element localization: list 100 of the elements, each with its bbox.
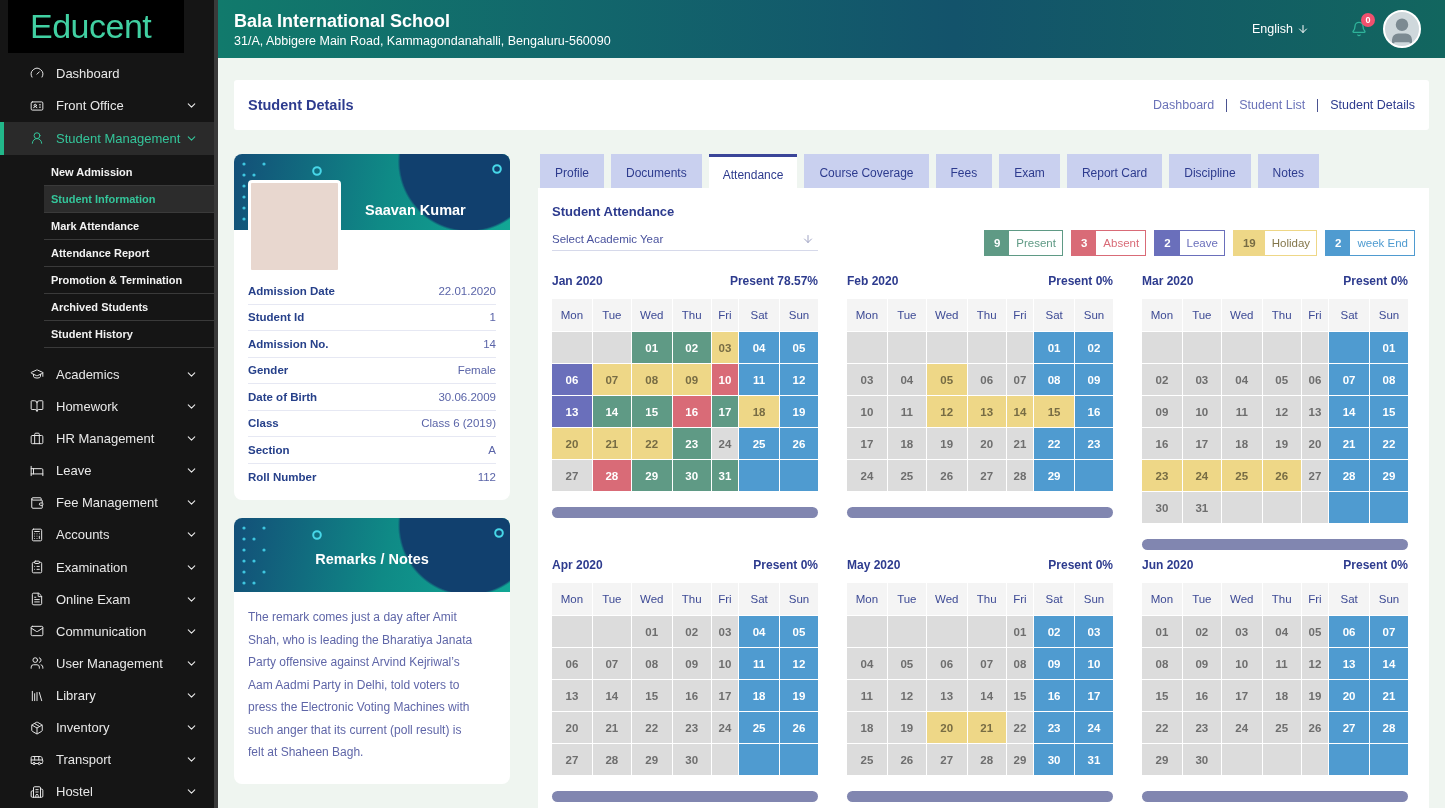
day-cell[interactable]: 31	[1182, 492, 1221, 523]
day-cell[interactable]: 15	[1142, 680, 1182, 711]
day-cell[interactable]: 20	[552, 428, 592, 459]
day-cell[interactable]: 04	[1221, 364, 1262, 395]
day-cell[interactable]: 17	[711, 396, 739, 427]
day-cell[interactable]: 01	[631, 332, 672, 363]
day-cell[interactable]: 19	[926, 428, 967, 459]
language-selector[interactable]: English	[1246, 21, 1315, 37]
day-cell[interactable]: 05	[1301, 616, 1329, 647]
day-cell[interactable]	[739, 460, 780, 491]
day-cell[interactable]: 28	[1370, 712, 1408, 743]
day-cell[interactable]: 13	[926, 680, 967, 711]
day-cell[interactable]: 14	[1006, 396, 1034, 427]
day-cell[interactable]: 22	[1370, 428, 1408, 459]
day-cell[interactable]: 04	[739, 332, 780, 363]
tab[interactable]: Documents	[611, 154, 702, 188]
scrollbar[interactable]	[552, 791, 818, 802]
day-cell[interactable]: 09	[672, 364, 711, 395]
day-cell[interactable]: 02	[672, 332, 711, 363]
day-cell[interactable]: 08	[631, 364, 672, 395]
day-cell[interactable]: 27	[1301, 460, 1329, 491]
day-cell[interactable]: 12	[887, 680, 926, 711]
day-cell[interactable]: 01	[1034, 332, 1075, 363]
day-cell[interactable]: 07	[1006, 364, 1034, 395]
day-cell[interactable]: 23	[1142, 460, 1182, 491]
day-cell[interactable]: 21	[1370, 680, 1408, 711]
day-cell[interactable]: 21	[1006, 428, 1034, 459]
day-cell[interactable]: 29	[631, 460, 672, 491]
year-select-field[interactable]: Select Academic Year	[552, 227, 818, 251]
day-cell[interactable]: 05	[780, 332, 818, 363]
day-cell[interactable]: 04	[847, 648, 887, 679]
tab[interactable]: Course Coverage	[804, 154, 929, 188]
day-cell[interactable]: 19	[1301, 680, 1329, 711]
day-cell[interactable]	[552, 332, 592, 363]
day-cell[interactable]: 02	[1075, 332, 1113, 363]
day-cell[interactable]: 24	[711, 428, 739, 459]
day-cell[interactable]: 11	[1221, 396, 1262, 427]
submenu-item[interactable]: Attendance Report	[44, 240, 214, 268]
day-cell[interactable]: 07	[1329, 364, 1370, 395]
sidebar-item[interactable]: Leave	[0, 454, 214, 487]
day-cell[interactable]	[887, 332, 926, 363]
sidebar-item[interactable]: Front Office	[0, 89, 214, 122]
day-cell[interactable]: 05	[926, 364, 967, 395]
day-cell[interactable]: 17	[711, 680, 739, 711]
day-cell[interactable]: 17	[1182, 428, 1221, 459]
day-cell[interactable]: 11	[887, 396, 926, 427]
day-cell[interactable]: 17	[1075, 680, 1113, 711]
day-cell[interactable]: 16	[1075, 396, 1113, 427]
day-cell[interactable]: 12	[1262, 396, 1301, 427]
day-cell[interactable]: 10	[1182, 396, 1221, 427]
day-cell[interactable]	[847, 616, 887, 647]
tab[interactable]: Discipline	[1169, 154, 1251, 188]
day-cell[interactable]	[552, 616, 592, 647]
day-cell[interactable]: 10	[847, 396, 887, 427]
scrollbar[interactable]	[1142, 539, 1408, 550]
day-cell[interactable]	[1182, 332, 1221, 363]
day-cell[interactable]: 31	[1075, 744, 1113, 775]
day-cell[interactable]: 29	[1034, 460, 1075, 491]
day-cell[interactable]: 10	[1075, 648, 1113, 679]
day-cell[interactable]: 08	[1006, 648, 1034, 679]
day-cell[interactable]: 21	[592, 712, 631, 743]
submenu-item[interactable]: Student Information	[44, 186, 214, 214]
day-cell[interactable]	[592, 332, 631, 363]
day-cell[interactable]: 07	[1370, 616, 1408, 647]
day-cell[interactable]: 09	[1182, 648, 1221, 679]
day-cell[interactable]: 21	[967, 712, 1006, 743]
day-cell[interactable]: 18	[887, 428, 926, 459]
day-cell[interactable]: 29	[631, 744, 672, 775]
submenu-item[interactable]: Student History	[44, 321, 214, 349]
day-cell[interactable]: 10	[1221, 648, 1262, 679]
day-cell[interactable]: 18	[1262, 680, 1301, 711]
day-cell[interactable]: 11	[739, 364, 780, 395]
day-cell[interactable]: 06	[1301, 364, 1329, 395]
day-cell[interactable]: 09	[1142, 396, 1182, 427]
day-cell[interactable]: 29	[1370, 460, 1408, 491]
day-cell[interactable]: 18	[1221, 428, 1262, 459]
day-cell[interactable]	[967, 616, 1006, 647]
day-cell[interactable]: 23	[1034, 712, 1075, 743]
day-cell[interactable]: 23	[672, 712, 711, 743]
day-cell[interactable]: 16	[672, 680, 711, 711]
submenu-item[interactable]: Promotion & Termination	[44, 267, 214, 295]
day-cell[interactable]	[780, 744, 818, 775]
day-cell[interactable]: 05	[780, 616, 818, 647]
scrollbar[interactable]	[552, 507, 818, 518]
day-cell[interactable]: 15	[631, 680, 672, 711]
day-cell[interactable]: 13	[1301, 396, 1329, 427]
sidebar-item[interactable]: Fee Management	[0, 486, 214, 519]
day-cell[interactable]: 24	[847, 460, 887, 491]
day-cell[interactable]: 16	[1034, 680, 1075, 711]
day-cell[interactable]: 25	[1262, 712, 1301, 743]
tab[interactable]: Fees	[935, 154, 993, 188]
bell-icon[interactable]	[1351, 21, 1367, 37]
day-cell[interactable]	[1301, 332, 1329, 363]
day-cell[interactable]: 13	[552, 680, 592, 711]
day-cell[interactable]: 30	[1034, 744, 1075, 775]
day-cell[interactable]	[1142, 332, 1182, 363]
day-cell[interactable]: 19	[1262, 428, 1301, 459]
day-cell[interactable]: 27	[926, 744, 967, 775]
day-cell[interactable]: 03	[711, 616, 739, 647]
day-cell[interactable]: 17	[847, 428, 887, 459]
